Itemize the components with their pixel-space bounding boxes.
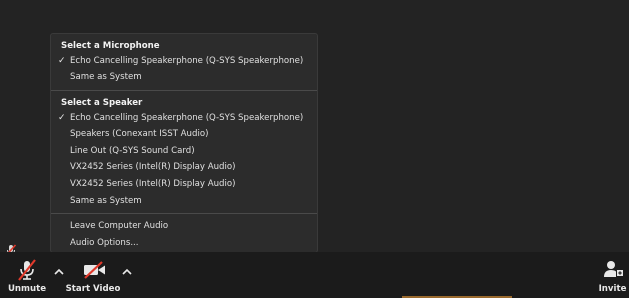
menu-item-label: Same as System: [70, 72, 142, 82]
microphone-section-title: Select a Microphone: [61, 41, 160, 51]
menu-item-label: Speakers (Conexant ISST Audio): [70, 129, 209, 139]
menu-item-label: VX2452 Series (Intel(R) Display Audio): [70, 179, 236, 189]
checkmark-icon: ✓: [58, 56, 66, 66]
menu-item-label: Echo Cancelling Speakerphone (Q-SYS Spea…: [70, 56, 304, 66]
unmute-label: Unmute: [7, 284, 47, 294]
menu-item-mic-echo-cancelling[interactable]: ✓ Echo Cancelling Speakerphone (Q-SYS Sp…: [51, 53, 317, 69]
menu-item-audio-options[interactable]: Audio Options...: [51, 235, 317, 251]
add-participant-icon: [604, 260, 624, 278]
menu-item-speaker-vx2452-2[interactable]: VX2452 Series (Intel(R) Display Audio): [51, 176, 317, 192]
video-off-icon: [82, 261, 106, 279]
menu-item-mic-same-as-system[interactable]: Same as System: [51, 69, 317, 85]
menu-divider: [51, 213, 317, 214]
speaker-section-title: Select a Speaker: [61, 98, 143, 108]
unmute-button[interactable]: Unmute: [4, 252, 50, 298]
menu-item-label: Leave Computer Audio: [70, 221, 169, 231]
video-options-caret[interactable]: [120, 265, 134, 279]
menu-item-speaker-echo-cancelling[interactable]: ✓ Echo Cancelling Speakerphone (Q-SYS Sp…: [51, 110, 317, 126]
menu-item-label: VX2452 Series (Intel(R) Display Audio): [70, 162, 236, 172]
menu-divider: [51, 90, 317, 91]
invite-label: Invite: [598, 284, 627, 294]
menu-item-label: Audio Options...: [70, 238, 139, 248]
chevron-up-icon: [122, 268, 132, 275]
menu-item-speaker-line-out[interactable]: Line Out (Q-SYS Sound Card): [51, 143, 317, 159]
menu-item-speaker-conexant[interactable]: Speakers (Conexant ISST Audio): [51, 126, 317, 142]
menu-item-label: Echo Cancelling Speakerphone (Q-SYS Spea…: [70, 113, 304, 123]
menu-item-leave-computer-audio[interactable]: Leave Computer Audio: [51, 218, 317, 234]
menu-item-speaker-vx2452-1[interactable]: VX2452 Series (Intel(R) Display Audio): [51, 159, 317, 175]
checkmark-icon: ✓: [58, 113, 66, 123]
invite-button[interactable]: Invite: [596, 252, 629, 298]
start-video-label: Start Video: [65, 284, 121, 294]
menu-item-speaker-same-as-system[interactable]: Same as System: [51, 193, 317, 209]
meeting-window: Select a Microphone ✓ Echo Cancelling Sp…: [0, 0, 629, 298]
menu-item-label: Line Out (Q-SYS Sound Card): [70, 146, 195, 156]
start-video-button[interactable]: Start Video: [64, 252, 122, 298]
audio-settings-menu: Select a Microphone ✓ Echo Cancelling Sp…: [50, 33, 318, 253]
meeting-toolbar: Unmute Start Video Invite: [0, 252, 629, 298]
menu-item-label: Same as System: [70, 196, 142, 206]
microphone-muted-icon: [17, 259, 37, 281]
